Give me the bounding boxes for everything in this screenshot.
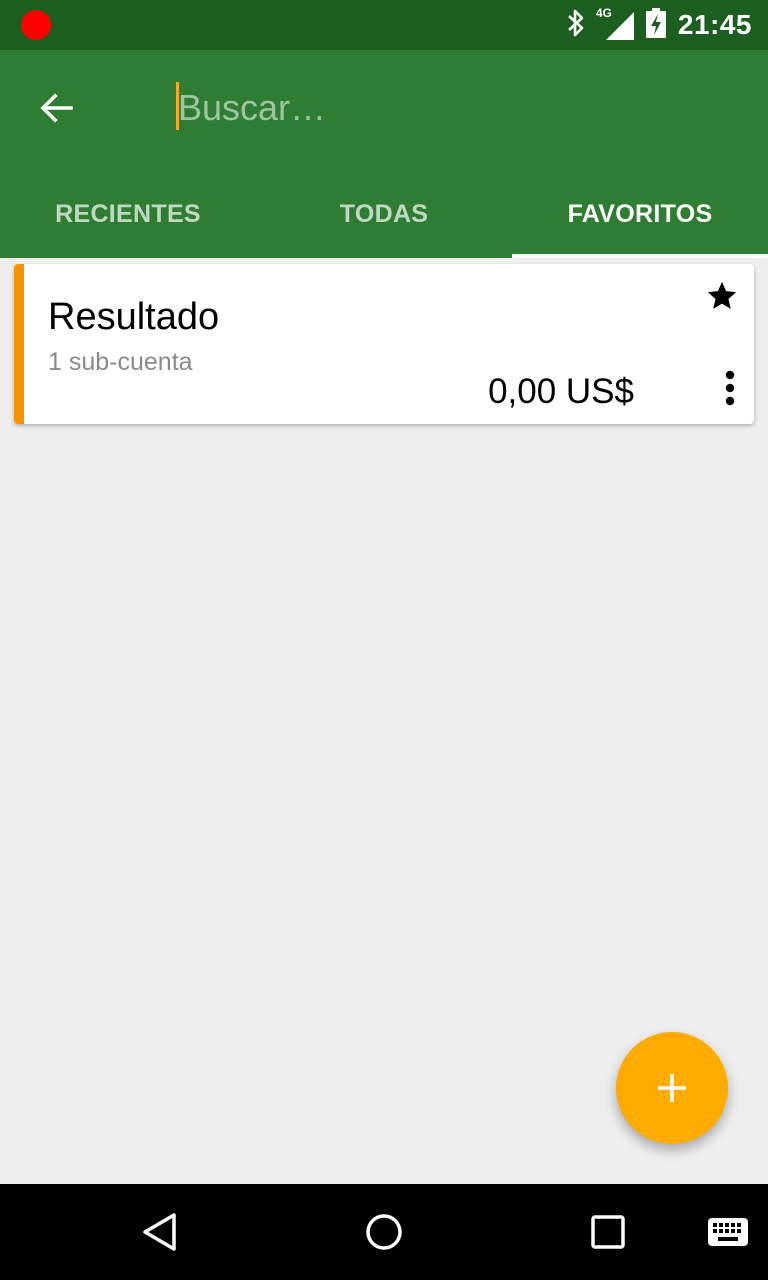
- battery-charging-icon: [645, 7, 666, 43]
- tab-bar: RECIENTES TODAS FAVORITOS: [0, 170, 768, 258]
- tab-favoritos[interactable]: FAVORITOS: [512, 170, 768, 258]
- search-field: [176, 78, 736, 138]
- account-color-strip: [14, 264, 24, 424]
- more-vert-icon: [725, 370, 735, 406]
- account-name: Resultado: [48, 296, 220, 338]
- nav-recents-icon: [591, 1215, 625, 1249]
- back-button[interactable]: [32, 84, 80, 132]
- nav-home-button[interactable]: [360, 1208, 408, 1256]
- app-bar: RECIENTES TODAS FAVORITOS: [0, 50, 768, 258]
- keyboard-icon: [708, 1218, 748, 1246]
- nav-recents-button[interactable]: [584, 1208, 632, 1256]
- nav-back-icon: [143, 1213, 176, 1251]
- account-card[interactable]: Resultado 1 sub-cuenta 0,00 US$: [14, 264, 754, 424]
- system-nav-bar: [0, 1184, 768, 1280]
- clock: 21:45: [677, 9, 752, 40]
- record-dot-icon: [21, 10, 51, 40]
- status-icons: 4G 21:45: [566, 0, 752, 50]
- add-icon: [658, 1074, 686, 1102]
- keyboard-button[interactable]: [704, 1208, 752, 1256]
- account-menu-button[interactable]: [712, 370, 748, 406]
- status-bar: 4G 21:45: [0, 0, 768, 50]
- nav-home-icon: [366, 1214, 402, 1250]
- arrow-back-icon: [40, 93, 73, 123]
- tab-todas[interactable]: TODAS: [256, 170, 512, 258]
- signal-icon: 4G: [596, 6, 634, 40]
- nav-back-button[interactable]: [136, 1208, 184, 1256]
- account-subaccounts: 1 sub-cuenta: [48, 348, 193, 376]
- star-icon: [707, 281, 737, 309]
- favorite-button[interactable]: [702, 276, 742, 316]
- tab-recientes[interactable]: RECIENTES: [0, 170, 256, 258]
- add-account-button[interactable]: [616, 1032, 728, 1144]
- account-balance: 0,00 US$: [488, 372, 634, 411]
- bluetooth-icon: [566, 8, 586, 43]
- search-input[interactable]: [178, 78, 718, 138]
